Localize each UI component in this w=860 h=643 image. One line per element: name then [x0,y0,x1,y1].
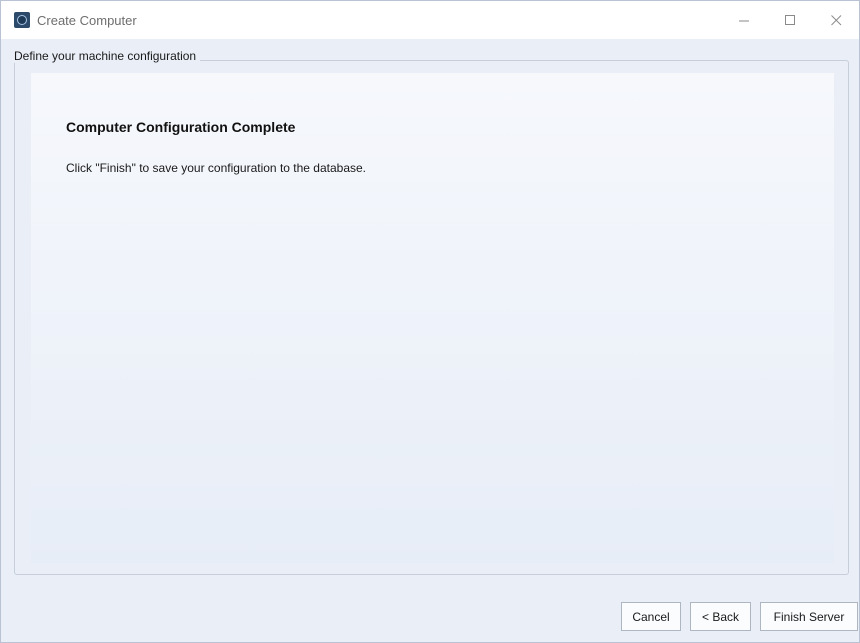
back-button[interactable]: < Back [690,602,751,631]
create-computer-window: Create Computer Define your machine conf [0,0,860,643]
minimize-icon [738,20,749,21]
close-icon [830,14,841,25]
cancel-button[interactable]: Cancel [621,602,681,631]
maximize-button[interactable] [767,1,813,39]
window-title: Create Computer [37,12,137,28]
minimize-button[interactable] [721,1,767,39]
title-bar[interactable]: Create Computer [1,1,859,39]
app-icon [14,12,30,28]
content-panel [31,73,834,563]
groupbox-legend: Define your machine configuration [11,49,201,63]
page-description: Click "Finish" to save your configuratio… [66,161,367,175]
window-controls [721,1,859,39]
maximize-icon [784,14,795,25]
page-heading: Computer Configuration Complete [66,119,296,135]
close-button[interactable] [813,1,859,39]
finish-server-button[interactable]: Finish Server [760,602,858,631]
